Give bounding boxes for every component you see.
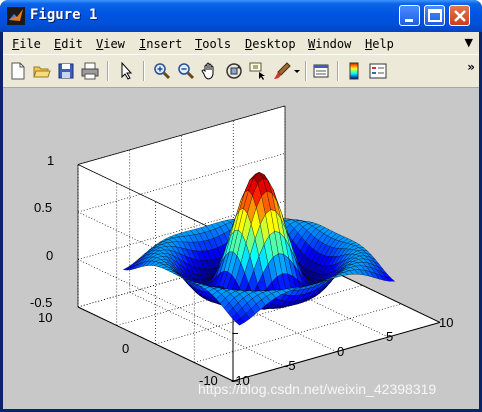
y-tick-10: 10: [38, 310, 53, 325]
x-tick-0: 0: [337, 344, 345, 359]
figure-window: Figure 1 File Edit View Insert Tools Des…: [0, 0, 482, 412]
z-tick-neg0.5: -0.5: [30, 295, 53, 310]
pan-hand-icon[interactable]: [199, 60, 221, 82]
toolbar-overflow-icon[interactable]: »: [467, 60, 475, 74]
rotate-3d-icon[interactable]: [223, 60, 245, 82]
menu-tools[interactable]: Tools: [195, 37, 231, 51]
edit-plot-arrow-icon[interactable]: [115, 60, 137, 82]
window-title: Figure 1: [30, 7, 98, 23]
title-bar[interactable]: Figure 1: [0, 0, 482, 32]
menu-window[interactable]: Window: [308, 37, 351, 51]
menu-overflow-icon[interactable]: ▼: [465, 36, 473, 49]
figure-toolbar: »: [3, 54, 479, 88]
x-tick-neg5: -5: [284, 358, 296, 373]
zoom-in-icon[interactable]: [151, 60, 173, 82]
plot-area[interactable]: 1 0.5 0 -0.5 10 0 -10 -10 -5 0 5 10: [3, 88, 479, 409]
menu-insert[interactable]: Insert: [139, 37, 182, 51]
z-tick-0.5: 0.5: [34, 200, 53, 215]
new-figure-icon[interactable]: [7, 60, 29, 82]
surface-axes[interactable]: [3, 88, 479, 409]
matlab-icon: [7, 7, 25, 25]
menu-edit[interactable]: Edit: [54, 37, 83, 51]
watermark-text: https://blog.csdn.net/weixin_42398319: [198, 381, 437, 397]
figure-frame: File Edit View Insert Tools Desktop Wind…: [3, 32, 479, 409]
legend-icon[interactable]: [367, 60, 389, 82]
y-tick-0: 0: [122, 341, 130, 356]
toolbar-separator: [305, 61, 307, 81]
minimize-button[interactable]: [399, 5, 420, 26]
toolbar-separator: [337, 61, 339, 81]
x-tick-10: 10: [439, 315, 454, 330]
menu-view[interactable]: View: [96, 37, 125, 51]
x-tick-5: 5: [386, 329, 394, 344]
colorbar-icon[interactable]: [343, 60, 365, 82]
brush-dropdown-icon[interactable]: [291, 60, 301, 82]
menu-desktop[interactable]: Desktop: [245, 37, 296, 51]
link-plot-icon[interactable]: [311, 60, 333, 82]
open-file-icon[interactable]: [31, 60, 53, 82]
brush-icon[interactable]: [271, 60, 293, 82]
print-icon[interactable]: [79, 60, 101, 82]
menu-bar: File Edit View Insert Tools Desktop Wind…: [3, 32, 479, 54]
data-cursor-icon[interactable]: [247, 60, 269, 82]
toolbar-separator: [143, 61, 145, 81]
z-tick-0: 0: [46, 248, 54, 263]
z-tick-1: 1: [47, 153, 55, 168]
close-button[interactable]: [449, 5, 470, 26]
maximize-button[interactable]: [424, 5, 445, 26]
zoom-out-icon[interactable]: [175, 60, 197, 82]
menu-file[interactable]: File: [12, 37, 41, 51]
toolbar-separator: [107, 61, 109, 81]
menu-help[interactable]: Help: [365, 37, 394, 51]
save-icon[interactable]: [55, 60, 77, 82]
